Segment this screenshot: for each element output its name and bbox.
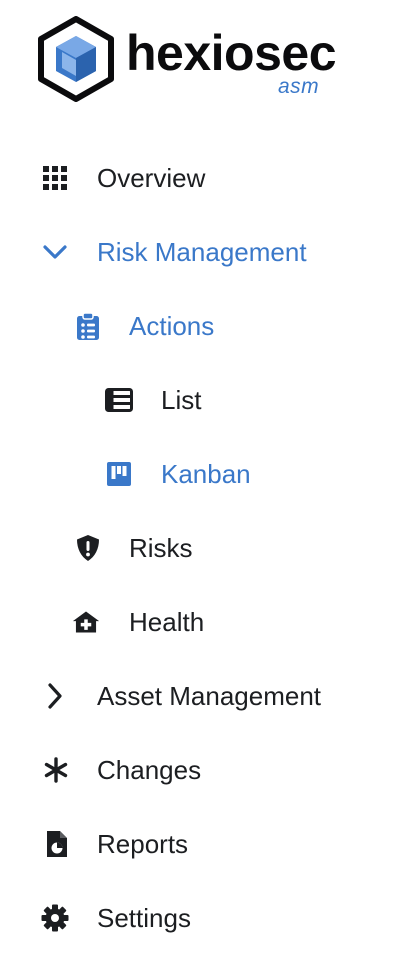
nav-item-overview[interactable]: Overview <box>0 158 398 198</box>
nav-label-risks: Risks <box>129 533 193 563</box>
hexagon-cube-logo-icon <box>38 16 114 102</box>
nav-label-overview: Overview <box>97 163 206 193</box>
nav-item-settings[interactable]: Settings <box>0 898 398 938</box>
nav-label-kanban: Kanban <box>161 459 251 489</box>
nav-label-settings: Settings <box>97 903 191 933</box>
table-list-icon <box>105 386 133 414</box>
nav-label-risk-management: Risk Management <box>97 237 307 267</box>
nav-label-health: Health <box>129 607 205 637</box>
grid-icon <box>41 164 69 192</box>
nav-item-asset-management[interactable]: Asset Management <box>0 676 398 716</box>
nav-item-health[interactable]: Health <box>0 602 398 642</box>
nav-item-list[interactable]: List <box>0 380 398 420</box>
brand-subtitle: asm <box>278 75 320 98</box>
house-medical-icon <box>72 608 100 636</box>
nav-label-list: List <box>161 385 202 415</box>
nav-label-reports: Reports <box>97 829 189 859</box>
shield-exclamation-icon <box>74 534 102 562</box>
chevron-right-icon <box>41 682 69 710</box>
nav-item-changes[interactable]: Changes <box>0 750 398 790</box>
chevron-down-icon <box>41 238 69 266</box>
nav-item-risks[interactable]: Risks <box>0 528 398 568</box>
nav-label-asset-management: Asset Management <box>97 681 322 711</box>
nav-label-actions: Actions <box>129 311 215 341</box>
clipboard-list-icon <box>74 312 102 340</box>
file-chart-icon <box>43 830 71 858</box>
brand-name: hexiosec <box>126 25 337 81</box>
kanban-board-icon <box>105 460 133 488</box>
asterisk-icon <box>42 756 70 784</box>
brand-logo[interactable]: hexiosec asm <box>38 16 358 106</box>
nav-item-reports[interactable]: Reports <box>0 824 398 864</box>
gear-icon <box>41 904 69 932</box>
nav-item-risk-management[interactable]: Risk Management <box>0 232 398 272</box>
nav-item-actions[interactable]: Actions <box>0 306 398 346</box>
nav-item-kanban[interactable]: Kanban <box>0 454 398 494</box>
nav-label-changes: Changes <box>97 755 202 785</box>
